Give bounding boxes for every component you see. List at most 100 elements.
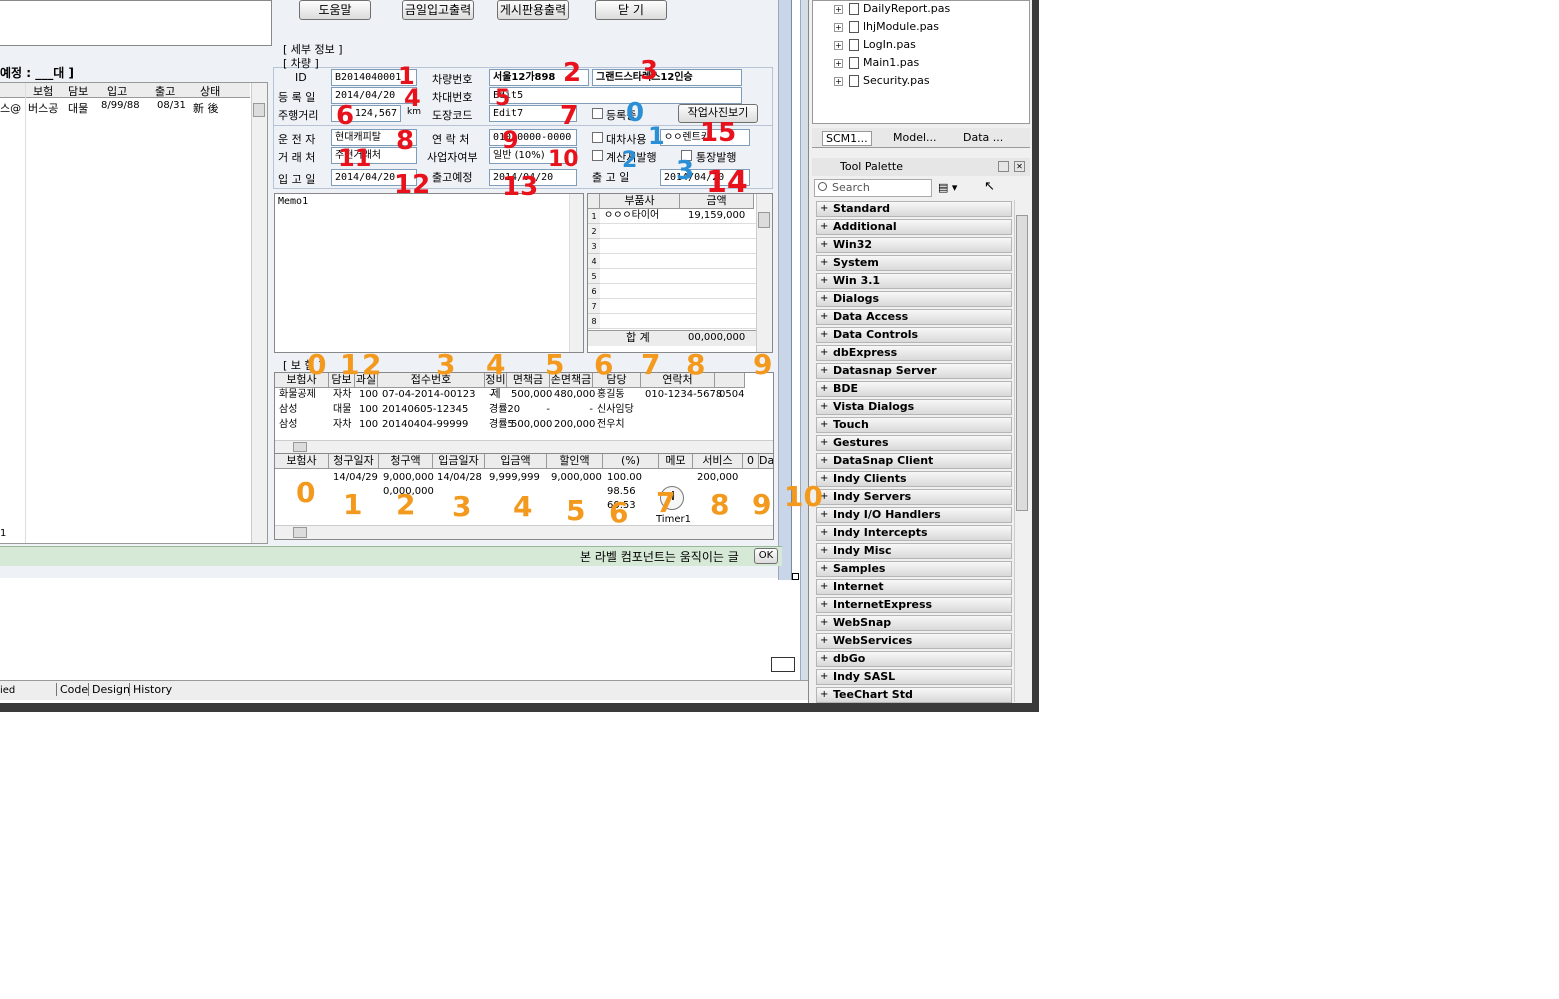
palette-filter-icon[interactable]: ▤ ▾ [938, 181, 957, 194]
annotation-ins_8: 8 [686, 348, 706, 381]
side-tab-scm[interactable]: SCM1... [822, 131, 872, 146]
left-footer-digit: 1 [0, 528, 7, 539]
tab-code[interactable]: Code [56, 683, 88, 696]
palette-category[interactable]: Data Access [816, 309, 1012, 325]
pointer-arrow-icon[interactable]: ↖ [984, 179, 995, 194]
tool-palette-pin-icon[interactable] [998, 161, 1009, 172]
status-ok-button[interactable]: OK [754, 548, 778, 564]
palette-scroll-thumb[interactable] [1016, 215, 1028, 511]
client-label: 거 래 처 [278, 151, 316, 164]
palette-category[interactable]: Standard [816, 201, 1012, 217]
tool-palette-close-icon[interactable]: ✕ [1014, 161, 1025, 172]
palette-category[interactable]: Indy SASL [816, 669, 1012, 685]
palette-category[interactable]: Win 3.1 [816, 273, 1012, 289]
tab-history[interactable]: History [129, 683, 172, 696]
palette-category[interactable]: TeeChart Std [816, 687, 1012, 703]
pas-file-icon [849, 57, 859, 69]
claims-hscroll[interactable] [275, 525, 773, 539]
project-file-item[interactable]: + Main1.pas [834, 55, 919, 71]
palette-category[interactable]: Gestures [816, 435, 1012, 451]
parts-row-line [600, 313, 756, 314]
parts-row-number: 3 [588, 239, 600, 254]
chassis-field[interactable]: Edit5 [489, 87, 742, 104]
memo-vscroll[interactable] [569, 194, 583, 352]
insurance-cell: - [546, 404, 550, 415]
palette-category[interactable]: Win32 [816, 237, 1012, 253]
palette-category[interactable]: Dialogs [816, 291, 1012, 307]
annotation-ins_2: 2 [362, 348, 382, 381]
claims-col-header: (%) [603, 454, 659, 469]
memo-box[interactable]: Memo1 [274, 193, 584, 353]
parts-row-number: 8 [588, 314, 600, 329]
claims-hscroll-thumb[interactable] [293, 527, 307, 538]
palette-category[interactable]: Touch [816, 417, 1012, 433]
palette-category[interactable]: Indy I/O Handlers [816, 507, 1012, 523]
invoice-checkbox[interactable] [592, 150, 603, 161]
side-tab-data[interactable]: Data ... [963, 131, 1003, 144]
non-visual-component-icon[interactable] [771, 657, 795, 672]
palette-category[interactable]: WebServices [816, 633, 1012, 649]
palette-category[interactable]: Indy Intercepts [816, 525, 1012, 541]
palette-category[interactable]: WebSnap [816, 615, 1012, 631]
claims-col-header: 0 [743, 454, 759, 469]
tree-expand-icon[interactable]: + [834, 59, 843, 68]
reg-doc-checkbox[interactable] [592, 108, 603, 119]
left-grid-scroll-thumb[interactable] [253, 103, 265, 117]
insurance-hscroll[interactable] [275, 440, 773, 453]
project-file-item[interactable]: + Security.pas [834, 73, 930, 89]
parts-row-line [600, 268, 756, 269]
palette-category[interactable]: DataSnap Client [816, 453, 1012, 469]
left-col-out: 출고 [155, 85, 176, 98]
palette-category[interactable]: Additional [816, 219, 1012, 235]
insurance-hscroll-thumb[interactable] [293, 442, 307, 452]
palette-category[interactable]: Indy Servers [816, 489, 1012, 505]
palette-category[interactable]: BDE [816, 381, 1012, 397]
parts-row-line [600, 328, 756, 329]
tree-expand-icon[interactable]: + [834, 41, 843, 50]
palette-category[interactable]: Data Controls [816, 327, 1012, 343]
ide-bottom-border [0, 703, 1039, 712]
palette-category[interactable]: Indy Misc [816, 543, 1012, 559]
annotation-red_8: 8 [396, 126, 415, 156]
palette-category[interactable]: Samples [816, 561, 1012, 577]
insurance-cell: 화물공제 [279, 389, 316, 400]
form-resize-handle[interactable] [792, 573, 799, 580]
palette-category[interactable]: Indy Clients [816, 471, 1012, 487]
palette-category[interactable]: Internet [816, 579, 1012, 595]
left-row-c0: 스@ [0, 102, 22, 115]
palette-category[interactable]: System [816, 255, 1012, 271]
annotation-red_7: 7 [560, 101, 579, 131]
left-row-c3: 8/99/88 [101, 100, 140, 111]
palette-category[interactable]: dbGo [816, 651, 1012, 667]
parts-row-line [600, 283, 756, 284]
palette-category[interactable]: InternetExpress [816, 597, 1012, 613]
insurance-cell: 자차 [333, 419, 352, 430]
palette-category[interactable]: Vista Dialogs [816, 399, 1012, 415]
left-grid-vscroll[interactable] [251, 83, 267, 543]
insurance-cell: 480,000 [554, 389, 596, 400]
annotation-red_15: 15 [700, 118, 737, 148]
parts-row-line [600, 238, 756, 239]
tree-expand-icon[interactable]: + [834, 77, 843, 86]
tab-design[interactable]: Design [88, 683, 130, 696]
project-file-item[interactable]: + lhjModule.pas [834, 19, 939, 35]
daily-io-print-button[interactable]: 금일입고출력 [402, 0, 474, 20]
project-file-item[interactable]: + DailyReport.pas [834, 1, 950, 17]
parts-scroll-thumb[interactable] [758, 212, 770, 228]
annotation-ins_0: 0 [307, 348, 327, 381]
project-file-item[interactable]: + LogIn.pas [834, 37, 916, 53]
side-tab-model[interactable]: Model... [893, 131, 937, 144]
designer-frame-right [800, 0, 808, 700]
close-button[interactable]: 닫 기 [595, 0, 667, 20]
palette-category[interactable]: Datasnap Server [816, 363, 1012, 379]
palette-category[interactable]: dbExpress [816, 345, 1012, 361]
parts-row-line [600, 298, 756, 299]
left-col-in: 입고 [107, 85, 128, 98]
board-print-button[interactable]: 게시판용출력 [497, 0, 569, 20]
tree-expand-icon[interactable]: + [834, 23, 843, 32]
tree-expand-icon[interactable]: + [834, 5, 843, 14]
help-button[interactable]: 도움말 [299, 0, 371, 20]
parts-row-line [600, 253, 756, 254]
model-field[interactable]: 그랜드스타렉스12인승 [592, 69, 742, 86]
rental-checkbox[interactable] [592, 132, 603, 143]
